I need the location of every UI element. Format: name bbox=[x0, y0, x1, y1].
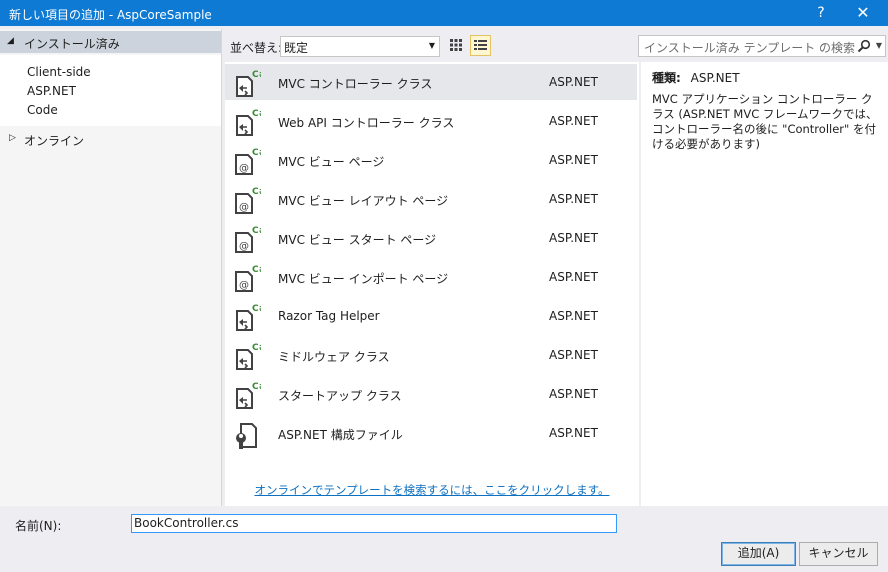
name-label: 名前(N): bbox=[15, 519, 62, 533]
csharp-controller-icon: C# bbox=[233, 68, 266, 98]
svg-text:C#: C# bbox=[252, 304, 261, 314]
details-description: MVC アプリケーション コントローラー クラス (ASP.NET MVC フレ… bbox=[652, 92, 878, 151]
svg-text:C#: C# bbox=[252, 70, 261, 80]
razor-page-icon: @C# bbox=[233, 224, 266, 254]
svg-text:@: @ bbox=[239, 163, 249, 174]
template-name: Razor Tag Helper bbox=[278, 309, 380, 323]
template-row[interactable]: C# MVC コントローラー クラス ASP.NET bbox=[225, 64, 637, 100]
razor-page-icon: @C# bbox=[233, 263, 266, 293]
svg-text:C#: C# bbox=[252, 109, 261, 119]
template-name: MVC コントローラー クラス bbox=[278, 77, 433, 91]
csharp-controller-icon: C# bbox=[233, 302, 266, 332]
cancel-button[interactable]: キャンセル bbox=[799, 542, 878, 566]
razor-page-icon: @C# bbox=[233, 146, 266, 176]
list-view-icon bbox=[474, 40, 487, 50]
tree-node-online[interactable]: ▷ オンライン bbox=[0, 129, 221, 149]
tree-item-client-side[interactable]: Client-side bbox=[27, 65, 91, 79]
online-templates-link[interactable]: オンラインでテンプレートを検索するには、ここをクリックします。 bbox=[225, 482, 639, 498]
template-name: MVC ビュー ページ bbox=[278, 155, 385, 169]
svg-text:C#: C# bbox=[252, 226, 261, 236]
template-name: Web API コントローラー クラス bbox=[278, 116, 455, 130]
tree-item-aspnet[interactable]: ASP.NET bbox=[27, 84, 76, 98]
template-language: ASP.NET bbox=[549, 192, 598, 206]
template-language: ASP.NET bbox=[549, 426, 598, 440]
expanded-triangle-icon[interactable]: ◢ bbox=[7, 36, 14, 46]
template-language: ASP.NET bbox=[549, 309, 598, 323]
template-language: ASP.NET bbox=[549, 387, 598, 401]
template-row[interactable]: ASP.NET 構成ファイル ASP.NET bbox=[225, 415, 637, 451]
tree-node-online-label: オンライン bbox=[24, 134, 85, 148]
template-search-input[interactable]: インストール済み テンプレート の検索 (Ctrl+E) ▼ bbox=[638, 35, 886, 57]
sort-label: 並べ替え: bbox=[230, 41, 283, 55]
details-type: 種類: ASP.NET bbox=[652, 69, 740, 86]
details-view-button[interactable] bbox=[470, 35, 491, 56]
csharp-controller-icon: C# bbox=[233, 341, 266, 371]
template-row[interactable]: C# スタートアップ クラス ASP.NET bbox=[225, 376, 637, 412]
name-field-value: BookController.cs bbox=[134, 516, 239, 530]
tree-node-installed[interactable]: ◢ インストール済み bbox=[0, 31, 221, 53]
sort-dropdown-value: 既定 bbox=[284, 41, 309, 55]
template-name: MVC ビュー レイアウト ページ bbox=[278, 194, 449, 208]
template-name: MVC ビュー スタート ページ bbox=[278, 233, 437, 247]
template-row[interactable]: C# Web API コントローラー クラス ASP.NET bbox=[225, 103, 637, 139]
installed-children: Client-side ASP.NET Code bbox=[0, 55, 221, 126]
template-language: ASP.NET bbox=[549, 231, 598, 245]
template-language: ASP.NET bbox=[549, 75, 598, 89]
search-placeholder: インストール済み テンプレート の検索 (Ctrl+E) bbox=[644, 41, 856, 55]
name-field[interactable]: BookController.cs bbox=[131, 514, 617, 533]
svg-text:C#: C# bbox=[252, 148, 261, 158]
svg-text:@: @ bbox=[239, 280, 249, 291]
template-details: 種類: ASP.NET MVC アプリケーション コントローラー クラス (AS… bbox=[641, 62, 888, 506]
template-list: C# MVC コントローラー クラス ASP.NET C# Web API コントローラ… bbox=[225, 62, 639, 506]
collapsed-triangle-icon[interactable]: ▷ bbox=[9, 133, 16, 143]
template-row[interactable]: C# ミドルウェア クラス ASP.NET bbox=[225, 337, 637, 373]
svg-text:C#: C# bbox=[252, 187, 261, 197]
chevron-down-icon: ▼ bbox=[428, 41, 435, 50]
razor-page-icon: @C# bbox=[233, 185, 266, 215]
details-type-label: 種類: bbox=[652, 71, 681, 85]
svg-text:C#: C# bbox=[252, 265, 261, 275]
svg-text:C#: C# bbox=[252, 343, 261, 353]
template-row[interactable]: @C# MVC ビュー インポート ページ ASP.NET bbox=[225, 259, 637, 295]
help-button[interactable]: ? bbox=[804, 0, 838, 26]
close-button[interactable]: ✕ bbox=[846, 0, 880, 26]
template-row[interactable]: @C# MVC ビュー レイアウト ページ ASP.NET bbox=[225, 181, 637, 217]
template-language: ASP.NET bbox=[549, 270, 598, 284]
template-language: ASP.NET bbox=[549, 348, 598, 362]
search-options-chevron-icon[interactable]: ▼ bbox=[876, 41, 882, 50]
grid-view-icon bbox=[450, 39, 462, 51]
config-file-icon bbox=[233, 419, 261, 449]
search-icon[interactable] bbox=[857, 39, 871, 53]
tree-item-code[interactable]: Code bbox=[27, 103, 58, 117]
template-row[interactable]: @C# MVC ビュー ページ ASP.NET bbox=[225, 142, 637, 178]
template-name: ミドルウェア クラス bbox=[278, 350, 390, 364]
add-button[interactable]: 追加(A) bbox=[721, 542, 796, 566]
csharp-controller-icon: C# bbox=[233, 107, 266, 137]
sort-dropdown[interactable]: 既定 ▼ bbox=[280, 36, 440, 57]
template-name: ASP.NET 構成ファイル bbox=[278, 428, 403, 442]
small-icons-view-button[interactable] bbox=[446, 35, 466, 55]
template-language: ASP.NET bbox=[549, 153, 598, 167]
svg-text:C#: C# bbox=[252, 382, 261, 392]
svg-text:@: @ bbox=[239, 202, 249, 213]
tree-node-installed-label: インストール済み bbox=[24, 37, 120, 51]
title-bar: 新しい項目の追加 - AspCoreSample ? ✕ bbox=[0, 0, 888, 26]
svg-text:@: @ bbox=[239, 241, 249, 252]
csharp-controller-icon: C# bbox=[233, 380, 266, 410]
template-row[interactable]: @C# MVC ビュー スタート ページ ASP.NET bbox=[225, 220, 637, 256]
window-title: 新しい項目の追加 - AspCoreSample bbox=[9, 8, 212, 22]
category-tree: ◢ インストール済み Client-side ASP.NET Code ▷ オン… bbox=[0, 29, 222, 506]
details-type-value: ASP.NET bbox=[690, 71, 740, 85]
template-name: スタートアップ クラス bbox=[278, 389, 402, 403]
template-name: MVC ビュー インポート ページ bbox=[278, 272, 449, 286]
template-language: ASP.NET bbox=[549, 114, 598, 128]
template-row[interactable]: C# Razor Tag Helper ASP.NET bbox=[225, 298, 637, 334]
